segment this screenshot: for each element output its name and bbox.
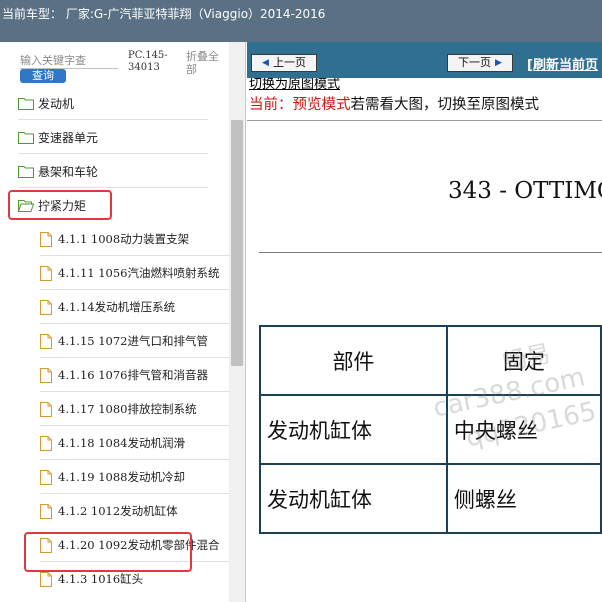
arrow-right-icon: ▶ — [495, 58, 502, 68]
tree-item-label: 4.1.15 1072进气口和排气管 — [58, 334, 208, 348]
table-row: 发动机缸体 侧螺丝 — [259, 463, 602, 534]
divider — [247, 120, 602, 121]
tree-item-selected[interactable]: 4.1.2 1012发动机缸体 — [40, 494, 230, 528]
mode-status: 当前：预览模式若需看大图，切换至原图模式 — [249, 93, 539, 114]
folder-icon — [18, 165, 34, 178]
highlight-box — [8, 190, 112, 220]
document-icon — [40, 265, 52, 281]
window-title: 当前车型： 厂家:G-广汽菲亚特菲翔（Viaggio）2014-2016 — [2, 7, 326, 21]
arrow-left-icon: ◀ — [262, 58, 269, 68]
folder-icon — [18, 97, 34, 110]
tree-item[interactable]: 4.1.18 1084发动机润滑 — [40, 426, 230, 460]
tree-folder-transmission[interactable]: 变速器单元 — [18, 120, 208, 154]
search-input[interactable] — [20, 52, 118, 69]
document-icon — [40, 299, 52, 315]
document-title: 343 - OTTIMO — [448, 178, 602, 204]
table-row: 发动机缸体 中央螺丝 — [259, 394, 602, 465]
table-header-row: 部件 固定 — [259, 325, 602, 396]
tree-item[interactable]: 4.1.19 1088发动机冷却 — [40, 460, 230, 494]
tree-item-label: 4.1.16 1076排气管和消音器 — [58, 368, 208, 382]
scrollbar-thumb[interactable] — [231, 120, 243, 366]
content-pane: ◀ 上一页 下一页 ▶ [刷新当前页 切换为原图模式 当前：预览模式若需看大图，… — [247, 42, 602, 602]
tree-folder-label: 变速器单元 — [38, 130, 99, 145]
document-rule — [259, 252, 602, 253]
window-title-bar: 当前车型： 厂家:G-广汽菲亚特菲翔（Viaggio）2014-2016 — [0, 0, 602, 42]
document-icon — [40, 231, 52, 247]
tree-item-label: 4.1.19 1088发动机冷却 — [58, 470, 185, 484]
sidebar: 查询 PC.145-34013 折叠全部 发动机 变速器单元 悬架和车轮 拧紧力… — [0, 42, 246, 602]
document-icon — [40, 469, 52, 485]
sidebar-scrollbar[interactable] — [229, 42, 245, 602]
tree-item[interactable]: 4.1.17 1080排放控制系统 — [40, 392, 230, 426]
document-icon — [40, 503, 52, 519]
tree-item-label: 4.1.1 1008动力装置支架 — [58, 232, 190, 246]
table-cell: 发动机缸体 — [259, 463, 448, 534]
tree-item-label: 4.1.14发动机增压系统 — [58, 300, 176, 314]
tree-item-label: 4.1.3 1016缸头 — [58, 572, 144, 586]
table-header-cell: 固定 — [445, 325, 602, 396]
switch-original-link[interactable]: 切换为原图模式 — [249, 78, 340, 92]
document-icon — [40, 571, 52, 587]
tree-item[interactable]: 4.1.11 1056汽油燃料喷射系统 — [40, 256, 230, 290]
search-button[interactable]: 查询 — [20, 69, 66, 83]
tree-item[interactable]: 4.1.14发动机增压系统 — [40, 290, 230, 324]
prev-page-button[interactable]: ◀ 上一页 — [251, 54, 317, 72]
folder-icon — [18, 131, 34, 144]
prev-page-label: 上一页 — [272, 56, 306, 69]
mode-hint: 若需看大图，切换至原图模式 — [350, 97, 540, 113]
refresh-page-link[interactable]: [刷新当前页 — [527, 54, 598, 73]
tree-item-label: 4.1.17 1080排放控制系统 — [58, 402, 197, 416]
mode-label: 当前：预览模式 — [249, 97, 351, 113]
table-cell: 发动机缸体 — [259, 394, 448, 465]
tree-item-label: 4.1.11 1056汽油燃料喷射系统 — [58, 266, 220, 280]
tree-folder-engine[interactable]: 发动机 — [18, 86, 208, 120]
document-icon — [40, 401, 52, 417]
collapse-all-button[interactable]: 折叠全部 — [186, 50, 226, 76]
tree-item-label: 4.1.18 1084发动机润滑 — [58, 436, 185, 450]
pc-code-label: PC.145-34013 — [128, 50, 168, 73]
document-icon — [40, 333, 52, 349]
tree-item-label: 4.1.2 1012发动机缸体 — [58, 504, 178, 518]
tree-item[interactable]: 4.1.1 1008动力装置支架 — [40, 222, 230, 256]
next-page-label: 下一页 — [458, 56, 492, 69]
search-area: 查询 PC.145-34013 折叠全部 — [0, 42, 245, 86]
table-header-cell: 部件 — [259, 325, 448, 396]
tree-folder-label: 悬架和车轮 — [38, 164, 99, 179]
tree-item[interactable]: 4.1.15 1072进气口和排气管 — [40, 324, 230, 358]
tree-folder-suspension[interactable]: 悬架和车轮 — [18, 154, 208, 188]
highlight-box — [24, 532, 192, 572]
next-page-button[interactable]: 下一页 ▶ — [447, 54, 513, 72]
document-icon — [40, 367, 52, 383]
tree-folder-label: 发动机 — [38, 96, 75, 111]
document-icon — [40, 435, 52, 451]
table-cell: 侧螺丝 — [445, 463, 602, 534]
page-nav-bar: ◀ 上一页 下一页 ▶ [刷新当前页 — [247, 42, 602, 78]
tree-item[interactable]: 4.1.16 1076排气管和消音器 — [40, 358, 230, 392]
torque-table: 部件 固定 发动机缸体 中央螺丝 发动机缸体 侧螺丝 — [259, 325, 602, 534]
table-cell: 中央螺丝 — [445, 394, 602, 465]
